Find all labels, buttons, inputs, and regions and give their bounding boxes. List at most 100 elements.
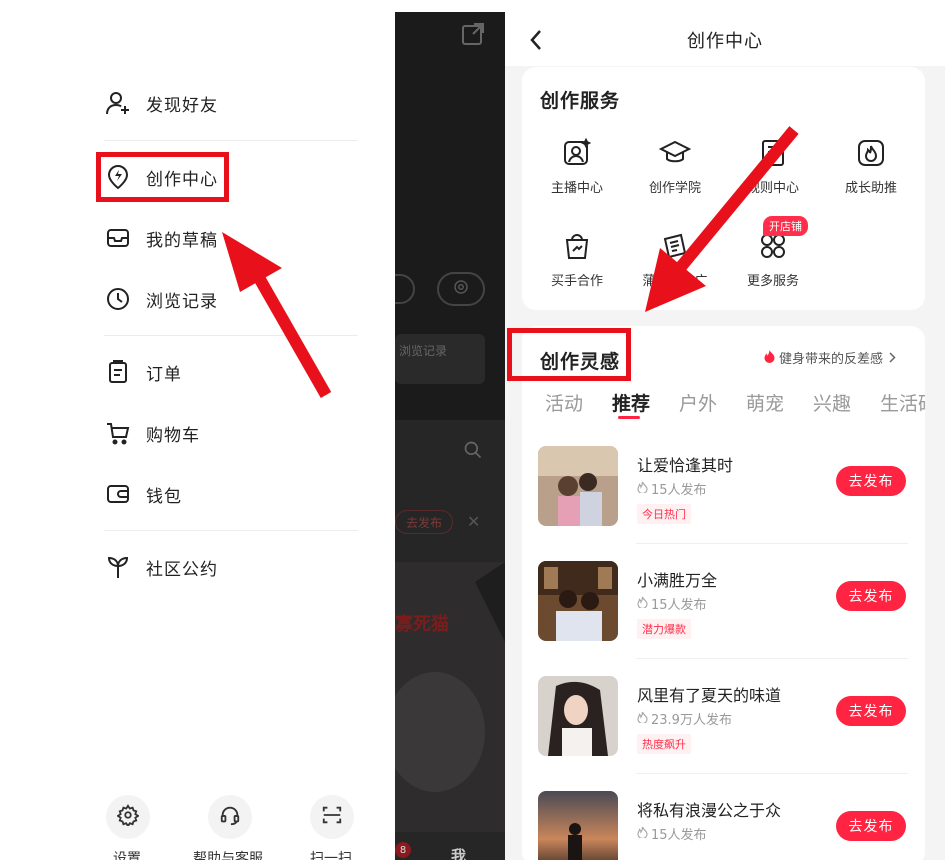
tab-pets[interactable]: 萌宠 bbox=[746, 389, 784, 416]
topic-tag: 今日热门 bbox=[637, 504, 691, 524]
dim-history-text: 浏览记录 bbox=[399, 344, 448, 358]
flame-outline-icon bbox=[637, 481, 648, 497]
menu-item-label: 我的草稿 bbox=[146, 230, 218, 251]
thumbnail-image bbox=[538, 676, 618, 756]
service-creator-academy[interactable]: 创作学院 bbox=[627, 135, 723, 196]
menu-item-cart[interactable]: 购物车 bbox=[104, 418, 200, 448]
tab-activity[interactable]: 活动 bbox=[545, 389, 583, 416]
anchor-icon bbox=[559, 135, 595, 171]
service-label: 主播中心 bbox=[550, 181, 603, 196]
tab-outdoor[interactable]: 户外 bbox=[679, 389, 717, 416]
tab-life[interactable]: 生活碎 bbox=[880, 393, 925, 415]
publish-button[interactable]: 去发布 bbox=[836, 811, 906, 841]
service-anchor-center[interactable]: 主播中心 bbox=[529, 135, 625, 196]
chevron-right-icon bbox=[889, 348, 896, 367]
service-label: 成长助推 bbox=[844, 181, 897, 196]
service-label: 规则中心 bbox=[746, 181, 799, 196]
highlight-box-inspiration bbox=[507, 328, 631, 381]
dim-settings-pill bbox=[437, 272, 485, 306]
hot-topic-text: 健身带来的反差感 bbox=[779, 352, 884, 367]
graduation-cap-icon bbox=[657, 135, 693, 171]
topic-tag: 热度飙升 bbox=[637, 734, 691, 754]
topic-title: 风里有了夏天的味道 bbox=[637, 686, 782, 705]
menu-item-drafts[interactable]: 我的草稿 bbox=[104, 223, 218, 253]
dim-card: 浏览记录 bbox=[395, 334, 485, 384]
thumbnail-image bbox=[538, 561, 618, 641]
help-button[interactable] bbox=[208, 795, 252, 839]
gear-icon bbox=[116, 804, 140, 830]
service-more[interactable]: 更多服务 bbox=[725, 228, 821, 289]
settings-label: 设置 bbox=[113, 851, 141, 860]
clock-icon bbox=[104, 285, 132, 313]
menu-item-label: 发现好友 bbox=[146, 95, 218, 116]
list-item[interactable]: 让爱恰逢其时 15人发布 今日热门 去发布 bbox=[538, 446, 908, 532]
list-item[interactable]: 风里有了夏天的味道 23.9万人发布 热度飙升 去发布 bbox=[538, 676, 908, 762]
topic-stats: 15人发布 bbox=[637, 824, 707, 843]
service-growth-boost[interactable]: 成长助推 bbox=[823, 135, 919, 196]
tab-life-clip: 生活碎 bbox=[880, 389, 925, 416]
dim-cat-text: 寡死猫 bbox=[395, 614, 449, 635]
rules-book-icon bbox=[755, 135, 791, 171]
side-drawer: 发现好友 创作中心 我的草稿 浏览记录 订单 购物车 钱包 社区公约 设置 帮助… bbox=[0, 0, 395, 860]
menu-item-label: 社区公约 bbox=[146, 559, 218, 580]
sprout-icon bbox=[104, 553, 132, 581]
ticket-icon bbox=[657, 228, 693, 264]
close-icon: ✕ bbox=[467, 512, 481, 531]
thumbnail-image bbox=[538, 446, 618, 526]
menu-item-orders[interactable]: 订单 bbox=[104, 357, 182, 387]
flame-outline-icon bbox=[637, 711, 648, 727]
service-buyer-cooperation[interactable]: 买手合作 bbox=[529, 228, 625, 289]
menu-item-history[interactable]: 浏览记录 bbox=[104, 284, 218, 314]
gear-icon bbox=[452, 278, 470, 300]
publish-button[interactable]: 去发布 bbox=[836, 696, 906, 726]
scan-button[interactable] bbox=[310, 795, 354, 839]
publish-button[interactable]: 去发布 bbox=[836, 466, 906, 496]
background-page-overlay: 浏览记录 去发布 ✕ 寡死猫 8 我 bbox=[395, 12, 505, 860]
settings-button[interactable] bbox=[106, 795, 150, 839]
thumbnail-image bbox=[538, 791, 618, 860]
list-item[interactable]: 将私有浪漫公之于众 15人发布 去发布 bbox=[538, 791, 908, 860]
inbox-icon bbox=[104, 224, 132, 252]
service-rules-center[interactable]: 规则中心 bbox=[725, 135, 821, 196]
topic-stats: 23.9万人发布 bbox=[637, 709, 732, 728]
menu-item-label: 钱包 bbox=[146, 486, 182, 507]
dim-publish-button: 去发布 bbox=[395, 510, 453, 534]
services-title: 创作服务 bbox=[540, 90, 621, 112]
menu-item-label: 购物车 bbox=[146, 425, 200, 446]
tab-recommended[interactable]: 推荐 bbox=[612, 389, 650, 416]
notification-badge: 8 bbox=[395, 842, 411, 858]
topic-stats-text: 23.9万人发布 bbox=[651, 713, 732, 728]
hot-topic-link[interactable]: 健身带来的反差感 bbox=[764, 348, 896, 367]
service-label: 蒲公英推广 bbox=[642, 274, 708, 289]
service-promotion[interactable]: 蒲公英推广 bbox=[627, 228, 723, 289]
publish-button[interactable]: 去发布 bbox=[836, 581, 906, 611]
menu-item-label: 订单 bbox=[146, 364, 182, 385]
page-title: 创作中心 bbox=[687, 31, 763, 52]
tab-interests[interactable]: 兴趣 bbox=[813, 389, 851, 416]
headset-icon bbox=[219, 804, 241, 830]
add-user-icon bbox=[104, 89, 132, 117]
dim-pill bbox=[395, 274, 415, 304]
list-item[interactable]: 小满胜万全 15人发布 潜力爆款 去发布 bbox=[538, 561, 908, 647]
topic-stats: 15人发布 bbox=[637, 479, 707, 498]
menu-item-wallet[interactable]: 钱包 bbox=[104, 479, 182, 509]
topic-tag: 潜力爆款 bbox=[637, 619, 691, 639]
highlight-box-creator-center bbox=[96, 152, 229, 202]
flame-icon bbox=[853, 135, 889, 171]
shopping-bag-icon bbox=[559, 228, 595, 264]
service-label: 买手合作 bbox=[550, 274, 603, 289]
open-shop-badge: 开店铺 bbox=[763, 216, 808, 236]
cart-icon bbox=[104, 419, 132, 447]
topic-stats-text: 15人发布 bbox=[651, 828, 707, 843]
dim-image: 寡死猫 bbox=[395, 562, 505, 832]
topic-stats: 15人发布 bbox=[637, 594, 707, 613]
topic-title: 将私有浪漫公之于众 bbox=[637, 801, 782, 820]
menu-item-find-friends[interactable]: 发现好友 bbox=[104, 88, 218, 118]
topic-title: 小满胜万全 bbox=[637, 571, 718, 590]
flame-outline-icon bbox=[637, 596, 648, 612]
divider bbox=[104, 530, 358, 531]
wallet-icon bbox=[104, 480, 132, 508]
divider bbox=[636, 773, 908, 774]
flame-outline-icon bbox=[637, 826, 648, 842]
menu-item-community-rules[interactable]: 社区公约 bbox=[104, 552, 218, 582]
